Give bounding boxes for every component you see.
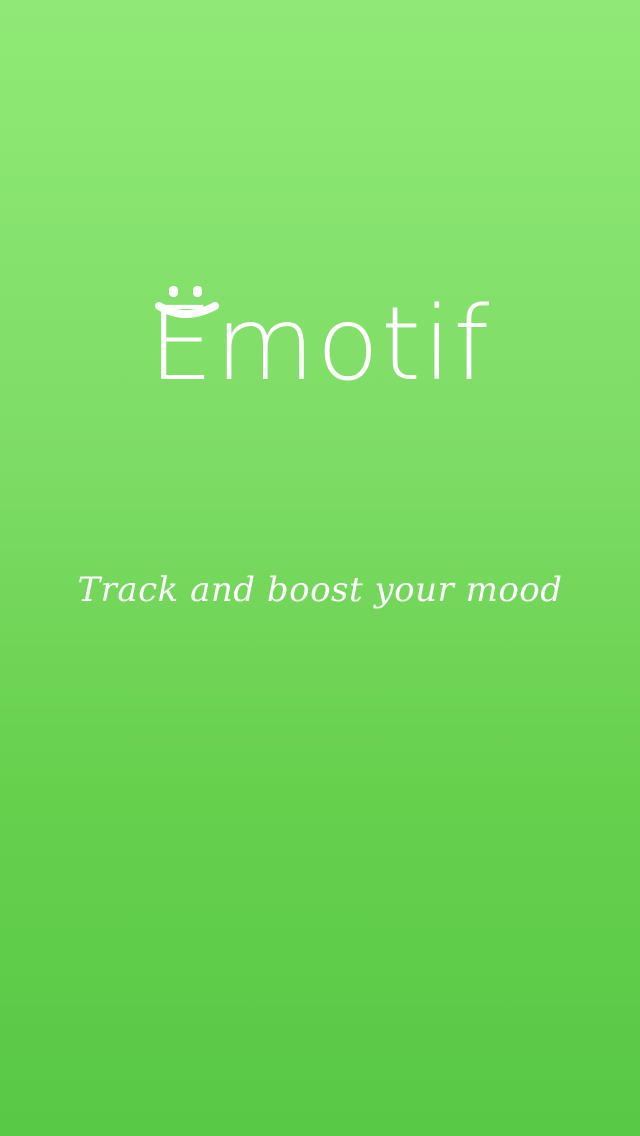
app-logo: Emotif — [0, 270, 640, 420]
tagline: Track and boost your mood — [77, 570, 563, 610]
splash-screen: Emotif Track and boost your mood — [0, 0, 640, 1136]
logo-wordmark: Emotif — [149, 270, 491, 420]
smile-icon — [154, 286, 219, 318]
